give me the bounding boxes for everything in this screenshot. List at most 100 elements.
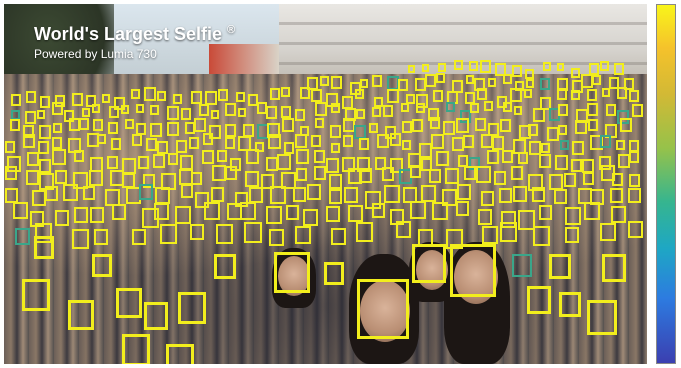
face-box (326, 206, 340, 222)
face-box (592, 75, 601, 85)
face-box (180, 155, 193, 170)
face-box (157, 91, 166, 101)
face-box (194, 118, 206, 132)
face-box (55, 210, 69, 226)
face-box (225, 137, 235, 149)
face-box (575, 120, 587, 134)
face-box (315, 102, 327, 116)
face-box (559, 292, 581, 317)
face-box (359, 138, 369, 150)
face-box (274, 252, 310, 293)
face-box (26, 170, 39, 185)
face-box (212, 165, 226, 181)
face-box (583, 172, 594, 185)
face-box (564, 173, 576, 187)
face-box (92, 104, 100, 113)
face-box (121, 105, 129, 114)
face-box (372, 107, 381, 117)
face-box (436, 73, 445, 83)
face-box (503, 102, 512, 112)
face-box (606, 104, 616, 116)
face-box (480, 60, 491, 73)
face-box (35, 223, 52, 243)
face-box (565, 227, 579, 243)
face-box (572, 141, 584, 155)
face-box (533, 108, 545, 122)
face-box (356, 109, 365, 119)
face-box (37, 110, 45, 119)
face-box (330, 125, 341, 138)
face-box (612, 173, 623, 186)
face-box (175, 206, 191, 224)
face-box (160, 224, 177, 244)
face-box (383, 105, 393, 117)
face-box (512, 65, 522, 77)
face-box (484, 101, 493, 111)
face-box (112, 204, 126, 220)
face-box (565, 207, 581, 225)
face-box (632, 104, 643, 117)
face-box (432, 202, 448, 220)
face-box (52, 149, 66, 165)
face-box (314, 150, 325, 163)
face-box (512, 254, 532, 277)
face-box (356, 222, 373, 242)
face-box (311, 89, 322, 102)
face-box (53, 123, 62, 133)
face-box (360, 79, 368, 88)
face-box (359, 168, 372, 183)
face-box (628, 221, 643, 238)
face-box (402, 140, 411, 150)
face-box (431, 134, 444, 149)
face-box (293, 187, 306, 202)
face-box (303, 209, 318, 226)
face-box (513, 186, 527, 202)
face-box (382, 167, 394, 181)
face-box (246, 149, 259, 164)
face-box (355, 89, 364, 99)
face-box (374, 97, 383, 107)
face-box (377, 134, 389, 148)
face-box (218, 89, 228, 101)
face-box (463, 135, 474, 148)
face-box (23, 134, 35, 148)
face-box (211, 110, 219, 119)
face-box (144, 302, 168, 330)
face-box (470, 103, 479, 113)
face-box (5, 188, 18, 203)
face-box (532, 187, 545, 202)
face-box (469, 61, 478, 71)
face-box (527, 286, 551, 314)
face-box (93, 119, 103, 131)
face-box (429, 169, 441, 183)
face-box (5, 141, 15, 153)
face-box (277, 154, 291, 170)
face-box (524, 89, 532, 98)
face-box (268, 134, 281, 149)
face-box (602, 254, 626, 282)
face-box (571, 159, 582, 172)
face-box (167, 106, 179, 120)
face-box (526, 79, 534, 88)
face-box (39, 125, 51, 139)
face-box (372, 75, 382, 87)
face-box (477, 88, 487, 100)
face-box (422, 64, 429, 72)
face-box (430, 117, 440, 129)
face-box (398, 79, 408, 91)
face-box (26, 91, 36, 103)
face-box (181, 108, 191, 120)
face-box (450, 244, 496, 297)
face-box (55, 170, 67, 184)
face-box (300, 87, 310, 99)
face-box (11, 94, 21, 106)
face-box (557, 63, 564, 71)
face-box (331, 76, 342, 89)
face-box (412, 244, 446, 283)
face-box (150, 105, 159, 115)
face-box (549, 174, 563, 190)
face-detection-boxes (4, 4, 647, 364)
face-box (225, 166, 237, 180)
face-box (533, 226, 550, 246)
face-box (614, 63, 624, 75)
